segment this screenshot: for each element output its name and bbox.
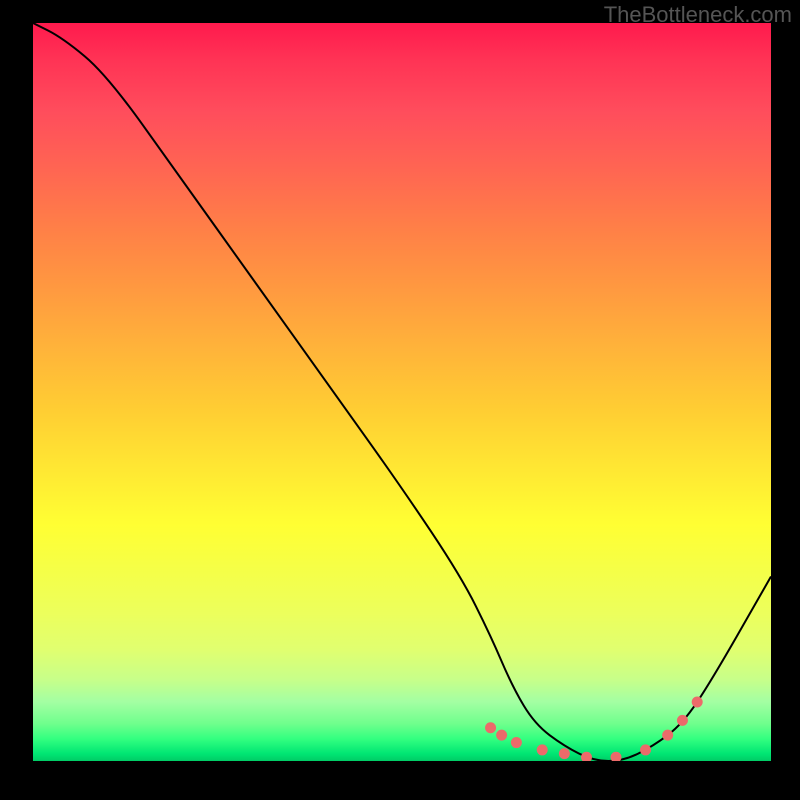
- marker-point: [581, 752, 592, 761]
- chart-plot-area: [33, 23, 771, 761]
- marker-point: [537, 744, 548, 755]
- marker-point: [677, 715, 688, 726]
- marker-point: [640, 744, 651, 755]
- marker-point: [692, 696, 703, 707]
- marker-point: [559, 748, 570, 759]
- bottleneck-curve: [33, 23, 771, 761]
- marker-point: [662, 730, 673, 741]
- marker-point: [611, 752, 622, 761]
- watermark-text: TheBottleneck.com: [604, 2, 792, 28]
- marker-point: [485, 722, 496, 733]
- bottleneck-curve-svg: [33, 23, 771, 761]
- marker-point: [496, 730, 507, 741]
- highlight-markers: [485, 696, 703, 761]
- marker-point: [511, 737, 522, 748]
